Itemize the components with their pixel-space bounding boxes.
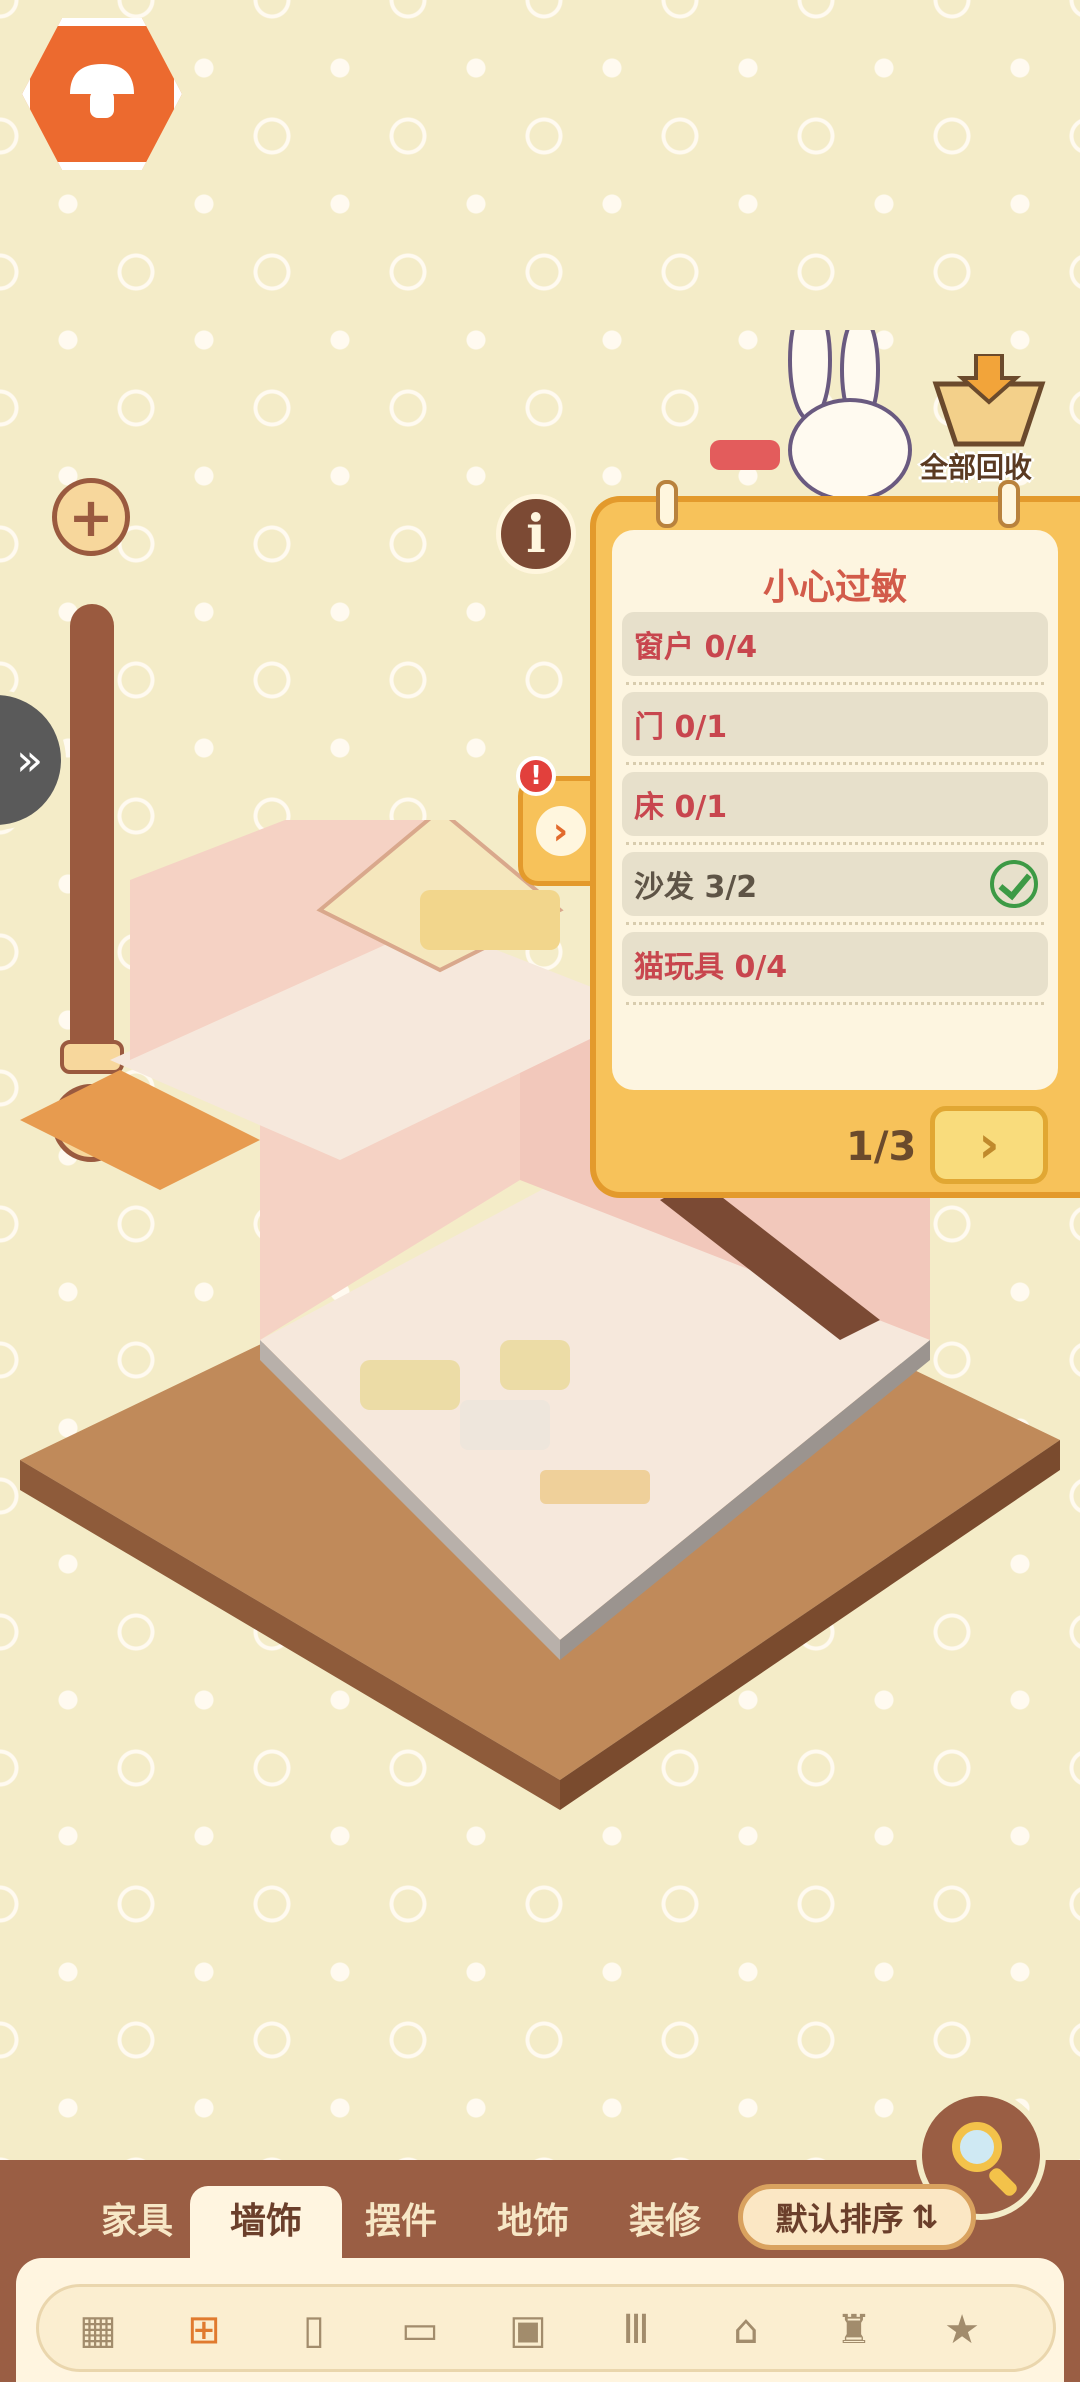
quest-item-bed: 床 0/1 xyxy=(622,772,1048,836)
recycle-all-label[interactable]: 全部回收 xyxy=(920,446,1032,486)
quest-item-label: 窗户 0/4 xyxy=(634,630,758,665)
magnifier-icon xyxy=(952,2122,1002,2172)
shower-icon[interactable]: ⌂ xyxy=(722,2306,770,2354)
home-button[interactable] xyxy=(22,18,182,170)
info-button[interactable]: i xyxy=(496,494,576,574)
panel-clip-right xyxy=(998,480,1020,528)
picture-frame-icon[interactable]: ▣ xyxy=(504,2306,552,2354)
window-icon[interactable]: ⊞ xyxy=(180,2306,228,2354)
sort-button[interactable]: 默认排序 ⇅ xyxy=(738,2184,976,2250)
mushroom-icon xyxy=(70,64,134,118)
quest-item-label: 沙发 3/2 xyxy=(634,870,758,905)
tab-renovation[interactable]: 装修 xyxy=(600,2186,730,2258)
alert-badge: ! xyxy=(516,756,556,796)
quest-item-window: 窗户 0/4 xyxy=(622,612,1048,676)
recycle-basket-icon[interactable] xyxy=(926,354,1052,450)
quest-item-sofa: 沙发 3/2 xyxy=(622,852,1048,916)
chevron-right-icon: › xyxy=(535,806,586,856)
star-decor-icon[interactable]: ★ xyxy=(938,2306,986,2354)
chevron-right-icon: › xyxy=(978,1115,1000,1175)
wall-shelf-icon[interactable]: Ⅲ xyxy=(612,2306,660,2354)
sort-label: 默认排序 xyxy=(775,2200,904,2238)
quest-title: 小心过敏 xyxy=(762,567,907,608)
quest-item-label: 门 0/1 xyxy=(634,710,728,745)
check-icon xyxy=(990,860,1038,908)
bed-icon[interactable]: ▭ xyxy=(396,2306,444,2354)
door-icon[interactable]: ▯ xyxy=(290,2306,338,2354)
wall-lamp-icon[interactable]: ♜ xyxy=(830,2306,878,2354)
tab-furniture[interactable]: 家具 xyxy=(72,2186,202,2258)
page-indicator: 1/3 xyxy=(846,1124,917,1170)
sort-icon: ⇅ xyxy=(911,2198,939,2236)
quest-item-cat-toy: 猫玩具 0/4 xyxy=(622,932,1048,996)
quest-item-door: 门 0/1 xyxy=(622,692,1048,756)
double-chevron-right-icon: » xyxy=(16,734,43,786)
zoom-in-button[interactable]: + xyxy=(52,478,130,556)
bunny-mascot xyxy=(710,330,912,502)
next-page-button[interactable]: › xyxy=(930,1106,1048,1184)
tab-floor-decor[interactable]: 地饰 xyxy=(468,2186,598,2258)
panel-clip-left xyxy=(656,480,678,528)
side-drawer-toggle[interactable]: » xyxy=(0,690,66,830)
quest-item-label: 猫玩具 0/4 xyxy=(634,950,788,985)
tab-wall-decor[interactable]: 墙饰 xyxy=(190,2186,342,2258)
quest-list-card: 小心过敏 窗户 0/4 门 0/1 床 0/1 沙发 3/2 猫玩具 0/4 xyxy=(612,530,1058,1090)
grid-icon[interactable]: ▦ xyxy=(74,2306,122,2354)
quest-item-label: 床 0/1 xyxy=(634,790,728,825)
quest-panel: 小心过敏 窗户 0/4 门 0/1 床 0/1 沙发 3/2 猫玩具 0/4 xyxy=(590,480,1080,1198)
tab-ornaments[interactable]: 摆件 xyxy=(336,2186,466,2258)
